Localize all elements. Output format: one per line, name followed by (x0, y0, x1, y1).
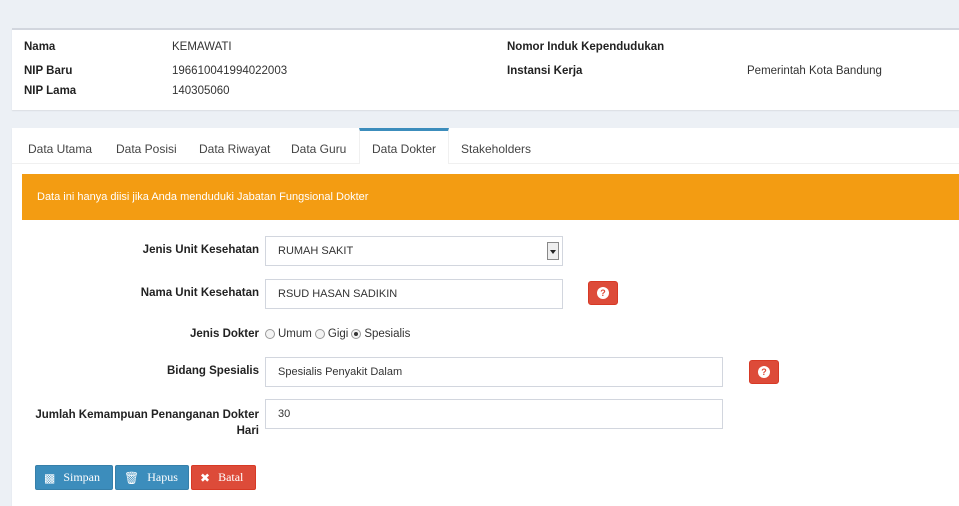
question-icon: ? (597, 287, 609, 299)
nama-label: Nama (24, 41, 56, 53)
radio-gigi[interactable]: Gigi (314, 328, 349, 340)
tab-bar: Data Utama Data Posisi Data Riwayat Data… (12, 128, 959, 164)
save-button-label: Simpan (63, 470, 101, 484)
tab-data-posisi[interactable]: Data Posisi (116, 128, 177, 164)
bidang-spesialis-label: Bidang Spesialis (166, 365, 259, 377)
tab-data-utama[interactable]: Data Utama (28, 128, 92, 164)
nama-unit-label: Nama Unit Kesehatan (140, 287, 259, 299)
save-button[interactable]: ▩ Simpan (35, 465, 113, 490)
delete-button[interactable]: 🗑 Hapus (115, 465, 189, 490)
tab-panel: Data Utama Data Posisi Data Riwayat Data… (12, 128, 959, 506)
profile-info-box: Nama KEMAWATI Nomor Induk Kependudukan N… (12, 28, 959, 110)
info-alert: Data ini hanya diisi jika Anda menduduki… (22, 174, 959, 220)
tab-data-riwayat[interactable]: Data Riwayat (199, 128, 270, 164)
nip-lama-label: NIP Lama (24, 85, 77, 97)
nip-baru-label: NIP Baru (24, 65, 73, 77)
cancel-file-icon: ✖ (200, 470, 211, 485)
radio-umum[interactable]: Umum (265, 328, 312, 340)
radio-spesialis[interactable]: Spesialis (351, 328, 410, 340)
tab-stakeholders[interactable]: Stakeholders (461, 128, 531, 164)
jenis-unit-value: RUMAH SAKIT (278, 245, 354, 257)
tab-data-dokter[interactable]: Data Dokter (359, 128, 450, 164)
nama-unit-input[interactable]: RSUD HASAN SADIKIN (265, 279, 563, 309)
tab-data-guru[interactable]: Data Guru (291, 128, 346, 164)
nama-unit-value: RSUD HASAN SADIKIN (278, 288, 398, 300)
radio-umum-input[interactable] (265, 329, 275, 339)
floppy-icon: ▩ (44, 470, 56, 485)
bidang-spesialis-help-button[interactable]: ? (749, 360, 779, 384)
delete-button-label: Hapus (147, 470, 178, 484)
jumlah-value: 30 (278, 408, 291, 420)
radio-gigi-input[interactable] (314, 329, 325, 339)
jenis-dokter-label: Jenis Dokter (189, 328, 259, 340)
bidang-spesialis-input[interactable]: Spesialis Penyakit Dalam (265, 357, 723, 387)
nama-unit-help-button[interactable]: ? (588, 281, 618, 305)
instansi-label: Instansi Kerja (507, 65, 583, 77)
jumlah-label-line2: Hari (236, 425, 259, 437)
jenis-unit-label: Jenis Unit Kesehatan (142, 244, 259, 256)
chevron-down-icon[interactable] (547, 242, 559, 260)
cancel-button-label: Batal (218, 470, 244, 484)
instansi-value: Pemerintah Kota Bandung (747, 65, 882, 77)
trash-icon: 🗑 (124, 470, 140, 485)
jumlah-label: Jumlah Kemampuan Penanganan Dokter Hari (35, 407, 259, 439)
radio-umum-label: Umum (278, 328, 312, 340)
nik-label: Nomor Induk Kependudukan (507, 41, 665, 53)
radio-spesialis-input[interactable] (351, 329, 362, 339)
nip-lama-value: 140305060 (172, 85, 230, 97)
nip-baru-value: 196610041994022003 (172, 65, 288, 77)
jenis-unit-select[interactable]: RUMAH SAKIT (265, 236, 563, 266)
cancel-button[interactable]: ✖ Batal (191, 465, 256, 490)
bidang-spesialis-value: Spesialis Penyakit Dalam (278, 366, 403, 378)
radio-gigi-label: Gigi (327, 328, 349, 340)
nama-value: KEMAWATI (172, 41, 232, 53)
radio-spesialis-label: Spesialis (364, 328, 411, 340)
question-icon: ? (758, 366, 770, 378)
jenis-dokter-radio-group: Umum Gigi Spesialis (265, 328, 413, 340)
jumlah-label-line1: Jumlah Kemampuan Penanganan Dokter (35, 409, 259, 421)
jumlah-input[interactable]: 30 (265, 399, 723, 429)
